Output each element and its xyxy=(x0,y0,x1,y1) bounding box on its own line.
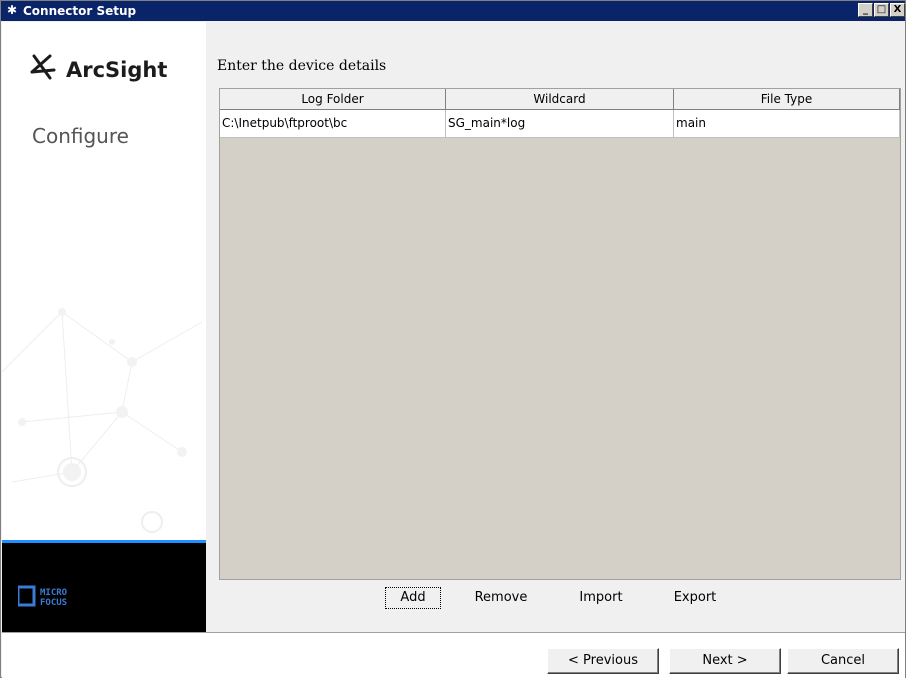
svg-text:FOCUS: FOCUS xyxy=(40,598,67,607)
brand-name: ArcSight xyxy=(66,58,168,82)
remove-button[interactable]: Remove xyxy=(469,587,533,609)
previous-button[interactable]: < Previous xyxy=(547,648,659,674)
svg-text:MICRO: MICRO xyxy=(40,588,68,598)
close-button[interactable]: X xyxy=(890,3,905,17)
add-button[interactable]: Add xyxy=(385,587,441,609)
window-title: Connector Setup xyxy=(23,4,137,18)
maximize-button[interactable]: □ xyxy=(874,3,889,17)
micro-focus-logo: MICRO FOCUS xyxy=(18,585,68,607)
sidebar-footer: MICRO FOCUS xyxy=(2,543,206,632)
title-bar[interactable]: ✱ Connector Setup _ □ X xyxy=(1,1,905,21)
main-panel: Enter the device details Log Folder Wild… xyxy=(207,22,905,632)
minimize-button[interactable]: _ xyxy=(858,3,873,17)
step-label: Configure xyxy=(32,124,129,148)
cell-wildcard[interactable]: SG_main*log xyxy=(446,110,674,138)
network-background-graphic xyxy=(2,308,203,533)
sidebar: ArcSight Configure MICRO FOCUS xyxy=(2,22,206,632)
column-header-log-folder[interactable]: Log Folder xyxy=(220,89,446,110)
column-header-file-type[interactable]: File Type xyxy=(674,89,900,110)
export-button[interactable]: Export xyxy=(665,587,725,609)
connector-setup-window: ✱ Connector Setup _ □ X ArcSight Configu… xyxy=(0,0,906,678)
arcsight-icon: ✱ xyxy=(6,3,18,17)
cell-log-folder[interactable]: C:\Inetpub\ftproot\bc xyxy=(220,110,446,138)
column-header-wildcard[interactable]: Wildcard xyxy=(446,89,674,110)
cell-file-type[interactable]: main xyxy=(674,110,900,138)
device-details-table[interactable]: Log Folder Wildcard File Type C:\Inetpub… xyxy=(219,88,901,580)
import-button[interactable]: Import xyxy=(571,587,631,609)
wizard-navigation-bar: < Previous Next > Cancel xyxy=(2,632,905,678)
cancel-button[interactable]: Cancel xyxy=(787,648,899,674)
arcsight-logo-icon xyxy=(30,54,56,80)
page-heading: Enter the device details xyxy=(217,58,387,74)
next-button[interactable]: Next > xyxy=(669,648,781,674)
